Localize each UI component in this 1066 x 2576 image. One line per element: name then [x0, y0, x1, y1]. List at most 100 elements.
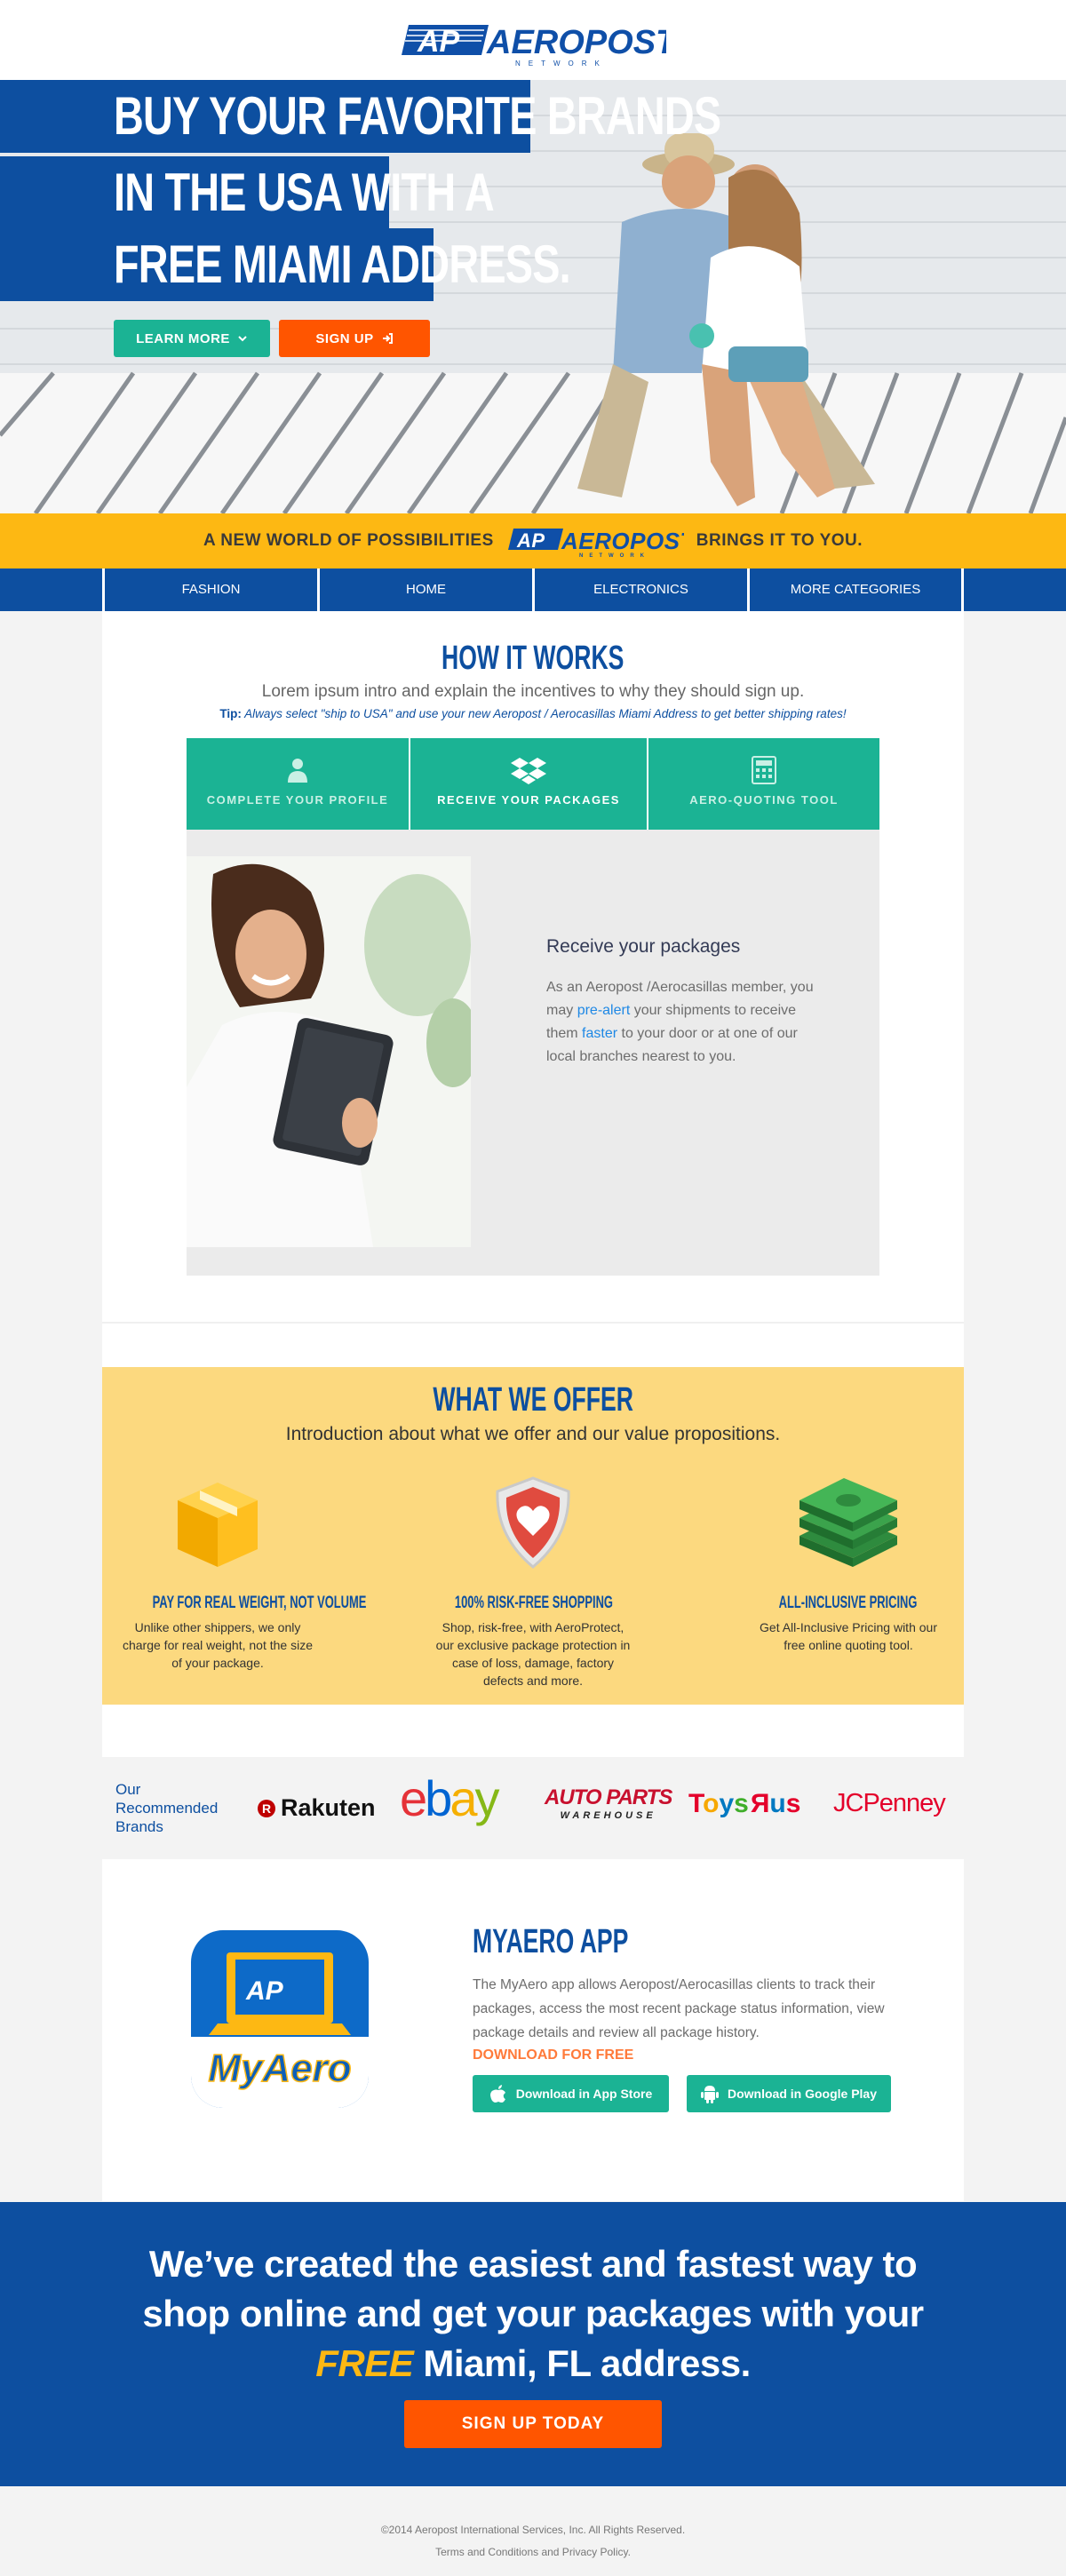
nav-spacer-right [961, 568, 1066, 611]
feature-title: PAY FOR REAL WEIGHT, NOT VOLUME [152, 1594, 367, 1612]
chevron-down-icon [238, 336, 247, 342]
tab-label: AERO-QUOTING TOOL [689, 793, 839, 807]
how-it-works-tabs: COMPLETE YOUR PROFILE RECEIVE YOUR PACKA… [187, 738, 879, 830]
brand-toys-r-us[interactable]: ToysЯus [688, 1785, 813, 1821]
promo-strip: A NEW WORLD OF POSSIBILITIES AP AEROPOST… [0, 513, 1066, 568]
footer: ©2014 Aeropost International Services, I… [0, 2486, 1066, 2576]
app-icon-mark: AP [245, 1976, 284, 2006]
main-content: HOW IT WORKS Lorem ipsum intro and expla… [102, 611, 964, 2201]
hero-headline-line-3: FREE MIAMI ADDRESS. [0, 228, 571, 301]
signup-banner: We’ve created the easiest and fastest wa… [0, 2202, 1066, 2486]
google-play-label: Download in Google Play [727, 2087, 877, 2101]
tab-aero-quoting-tool[interactable]: AERO-QUOTING TOOL [648, 738, 879, 830]
calculator-icon [752, 756, 776, 784]
banner-line-2: shop online and get your packages with y… [142, 2293, 924, 2334]
tab-panel-receive-packages: Receive your packages As an Aeropost /Ae… [187, 830, 879, 1276]
brands-strip: Our Recommended Brands R Rakuten ebay AU… [102, 1757, 964, 1859]
nav-item-electronics[interactable]: ELECTRONICS [532, 568, 747, 611]
nav-spacer-left [0, 568, 102, 611]
brand-auto-parts-warehouse[interactable]: AUTO PARTS WAREHOUSE [545, 1785, 672, 1821]
brand-ebay[interactable]: ebay [400, 1775, 515, 1828]
footer-terms-link[interactable]: Terms and Conditions and Privacy Policy. [0, 2546, 1066, 2558]
shield-heart-icon [496, 1476, 570, 1569]
nav-item-more-categories[interactable]: MORE CATEGORIES [747, 568, 961, 611]
hero-headline-line-2: IN THE USA WITH A [0, 156, 495, 229]
feature-text: Get All-Inclusive Pricing with our free … [760, 1620, 937, 1652]
user-icon [288, 759, 307, 783]
app-icon-label: MyAero [208, 2047, 351, 2090]
what-we-offer-intro: Introduction about what we offer and our… [285, 1424, 781, 1444]
feature-all-inclusive: ALL-INCLUSIVE PRICING Get All-Inclusive … [733, 1469, 964, 1654]
what-we-offer-section: WHAT WE OFFER Introduction about what we… [102, 1367, 964, 1705]
promo-text-left: A NEW WORLD OF POSSIBILITIES [203, 531, 494, 550]
brand-name: Rakuten [281, 1794, 376, 1821]
brand-jcpenney[interactable]: JCPenney [833, 1789, 946, 1818]
section-divider [102, 1322, 964, 1324]
faster-link[interactable]: faster [582, 1026, 617, 1041]
how-it-works-title: HOW IT WORKS [442, 640, 624, 677]
learn-more-button[interactable]: LEARN MORE [114, 320, 270, 357]
ebay-wordmark: ebay [400, 1775, 499, 1826]
logo-mark: AP [417, 25, 460, 59]
feature-real-weight: PAY FOR REAL WEIGHT, NOT VOLUME Unlike o… [102, 1469, 367, 1672]
logo-wordmark: AEROPOST [486, 24, 666, 61]
tab-label: RECEIVE YOUR PACKAGES [437, 793, 620, 807]
myaero-app-icon[interactable]: AP MyAero [191, 1930, 369, 2108]
promo-logo-wordmark: AEROPOST [561, 528, 684, 554]
dropbox-icon [511, 758, 546, 784]
aeropost-logo[interactable]: AP AEROPOST NETWORK [400, 16, 666, 69]
sign-in-icon [382, 333, 393, 344]
package-icon [178, 1483, 258, 1567]
myaero-app-title: MYAERO APP [473, 1923, 629, 1960]
woman-with-tablet-photo [187, 856, 471, 1247]
promo-aeropost-logo: AP AEROPOST NETWORK [507, 528, 684, 559]
feature-title: 100% RISK-FREE SHOPPING [454, 1594, 613, 1612]
banner-line-3: FREE Miami, FL address. [89, 2339, 977, 2389]
sign-up-today-button[interactable]: SIGN UP TODAY [404, 2400, 662, 2448]
tab-panel-heading: Receive your packages [546, 936, 741, 957]
tip-text: Always select "ship to USA" and use your… [244, 707, 847, 720]
android-icon [700, 2086, 719, 2103]
sign-up-button[interactable]: SIGN UP [279, 320, 430, 357]
feature-title: ALL-INCLUSIVE PRICING [779, 1594, 918, 1612]
how-it-works-intro: Lorem ipsum intro and explain the incent… [261, 682, 805, 701]
google-play-button[interactable]: Download in Google Play [687, 2075, 891, 2112]
nav-item-fashion[interactable]: FASHION [102, 568, 317, 611]
banner-line-1: We’ve created the easiest and fastest wa… [148, 2243, 918, 2285]
promo-logo-mark: AP [516, 529, 545, 552]
rakuten-initial: R [262, 1801, 271, 1816]
apple-icon [489, 2085, 505, 2103]
myaero-app-description: The MyAero app allows Aeropost/Aerocasil… [473, 1977, 885, 2040]
promo-text-right: BRINGS IT TO YOU. [696, 531, 863, 550]
tab-complete-profile[interactable]: COMPLETE YOUR PROFILE [187, 738, 409, 830]
hero-banner: BUY YOUR FAVORITE BRANDS IN THE USA WITH… [0, 80, 1066, 513]
sign-up-label: SIGN UP [315, 330, 374, 346]
rakuten-r-icon: R [258, 1799, 275, 1817]
tab-label: COMPLETE YOUR PROFILE [206, 793, 389, 807]
banner-free-word: FREE [315, 2342, 414, 2384]
app-store-label: Download in App Store [515, 2087, 653, 2101]
money-stack-icon [800, 1478, 897, 1567]
brand-rakuten[interactable]: R Rakuten [258, 1794, 376, 1822]
tab-receive-packages[interactable]: RECEIVE YOUR PACKAGES [409, 738, 648, 830]
footer-copyright: ©2014 Aeropost International Services, I… [380, 2524, 686, 2536]
feature-text: Shop, risk-free, with AeroProtect, our e… [435, 1620, 631, 1688]
what-we-offer-title: WHAT WE OFFER [433, 1381, 633, 1419]
banner-line-3-rest: Miami, FL address. [423, 2342, 751, 2384]
pre-alert-link[interactable]: pre-alert [577, 1003, 631, 1018]
top-header: AP AEROPOST NETWORK [0, 0, 1066, 80]
logo-subtext: NETWORK [515, 60, 608, 68]
toysrus-wordmark: ToysЯus [688, 1789, 800, 1818]
promo-logo-subtext: NETWORK [579, 553, 650, 559]
download-for-free-label: DOWNLOAD FOR FREE [473, 2047, 634, 2063]
learn-more-label: LEARN MORE [136, 330, 230, 346]
brand-subname: WAREHOUSE [560, 1810, 656, 1821]
feature-text: Unlike other shippers, we only charge fo… [122, 1620, 313, 1670]
myaero-app-section: AP MyAero MYAERO APP The MyAero app allo… [102, 1859, 964, 2201]
brands-label: Our Recommended Brands [115, 1781, 219, 1835]
app-store-button[interactable]: Download in App Store [473, 2075, 669, 2112]
banner-headline: We’ve created the easiest and fastest wa… [89, 2239, 977, 2389]
tip-label: Tip: [219, 707, 242, 720]
tab-panel-text: As an Aeropost /Aerocasillas member, you… [546, 976, 822, 1069]
nav-item-home[interactable]: HOME [317, 568, 532, 611]
